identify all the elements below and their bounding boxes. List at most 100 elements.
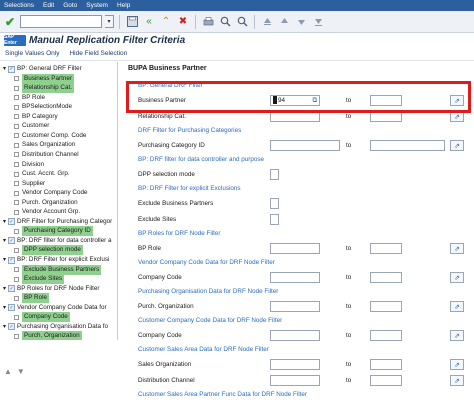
field-checkbox-icon[interactable] [14,247,19,253]
tree-node-field[interactable]: Distribution Channel [14,150,79,160]
tree-node-folder[interactable]: ▾ ✓ BP Roles for DRF Node Filter [3,284,99,294]
field-checkbox-icon[interactable] [14,276,19,282]
single-values-only-button[interactable]: Single Values Only [5,50,59,57]
tree-up-icon[interactable]: ▲ [4,367,12,376]
range-high-input[interactable] [370,301,402,312]
tree-down-icon[interactable]: ▼ [17,367,25,376]
find-next-icon[interactable]: + [235,15,249,29]
expand-arrow-icon[interactable]: ▾ [3,64,6,74]
expand-arrow-icon[interactable]: ▾ [3,255,6,265]
folder-checkbox-icon[interactable]: ✓ [8,65,16,73]
cancel-icon[interactable]: ✖ [176,15,190,29]
range-high-input[interactable] [370,359,402,370]
range-high-input[interactable] [370,330,402,341]
tree-node-field[interactable]: Exclude Sites [14,274,65,285]
field-checkbox[interactable] [270,169,279,180]
tree-node-field[interactable]: Division [14,160,44,170]
multiple-selection-button[interactable]: ⇗ [450,330,464,341]
tree-node-folder[interactable]: ▾ ✓ BP: DRF filter for data controller a [3,236,112,246]
range-low-input[interactable] [270,330,320,341]
field-checkbox-icon[interactable] [14,314,19,320]
tree-node-field[interactable]: Cust. Accnt. Grp. [14,169,70,179]
tree-node-field[interactable]: Company Code [14,312,70,323]
field-checkbox-icon[interactable] [14,152,19,158]
range-low-input[interactable] [270,359,320,370]
field-checkbox[interactable] [270,198,279,209]
field-checkbox-icon[interactable] [14,228,19,234]
folder-checkbox-icon[interactable]: ✓ [8,323,16,331]
previous-page-icon[interactable] [277,15,291,29]
tree-node-field[interactable]: Relationship Cat. [14,83,74,94]
multiple-selection-button[interactable]: ⇗ [450,140,464,151]
field-checkbox-icon[interactable] [14,200,19,206]
range-high-input[interactable] [370,272,402,283]
folder-checkbox-icon[interactable]: ✓ [8,304,16,312]
range-low-input[interactable] [270,243,320,254]
field-checkbox-icon[interactable] [14,85,19,91]
back-icon[interactable]: « [142,15,156,29]
multiple-selection-button[interactable]: ⇗ [450,359,464,370]
command-history-dropdown-icon[interactable]: ▾ [105,15,114,28]
tree-node-field[interactable]: Purch. Organization [14,198,78,208]
range-low-input[interactable] [270,272,320,283]
print-icon[interactable] [201,15,215,29]
next-page-icon[interactable] [294,15,308,29]
folder-checkbox-icon[interactable]: ✓ [8,256,16,264]
find-icon[interactable] [218,15,232,29]
field-checkbox-icon[interactable] [14,267,19,273]
expand-arrow-icon[interactable]: ▾ [3,303,6,313]
field-checkbox-icon[interactable] [14,123,19,129]
exit-icon[interactable]: ⌃ [159,15,173,29]
expand-arrow-icon[interactable]: ▾ [3,217,6,227]
folder-checkbox-icon[interactable]: ✓ [8,218,16,226]
menu-goto[interactable]: Goto [63,2,77,9]
enter-check-icon[interactable]: ✔ [3,15,17,29]
menu-edit[interactable]: Edit [43,2,54,9]
field-checkbox-icon[interactable] [14,190,19,196]
field-checkbox-icon[interactable] [14,181,19,187]
expand-arrow-icon[interactable]: ▾ [3,322,6,332]
tree-node-folder[interactable]: ▾ ✓ BP: General DRF Filter [3,64,82,74]
field-checkbox-icon[interactable] [14,133,19,139]
multiple-selection-button[interactable]: ⇗ [450,272,464,283]
command-field[interactable] [20,15,102,28]
tree-node-field[interactable]: Purchasing Category ID [14,226,93,237]
field-checkbox-icon[interactable] [14,95,19,101]
field-checkbox-icon[interactable] [14,162,19,167]
field-checkbox-icon[interactable] [14,171,19,177]
range-high-input[interactable] [370,375,402,386]
range-low-input[interactable] [270,140,340,151]
tree-node-folder[interactable]: ▾ ✓ BP: DRF Filter for explicit Exclusi [3,255,109,265]
menu-system[interactable]: System [86,2,108,9]
range-low-input[interactable] [270,301,320,312]
field-checkbox-icon[interactable] [14,142,19,148]
tree-node-folder[interactable]: ▾ ✓ Vendor Company Code Data for [3,303,107,313]
tree-node-field[interactable]: Vendor Company Code [14,188,87,198]
folder-checkbox-icon[interactable]: ✓ [8,237,16,245]
tree-node-field[interactable]: BPSelectionMode [14,102,72,112]
menu-selections[interactable]: Selections [4,2,34,9]
field-checkbox[interactable] [270,214,279,225]
tree-node-field[interactable]: Customer [14,121,49,131]
expand-arrow-icon[interactable]: ▾ [3,236,6,246]
field-checkbox-icon[interactable] [14,114,19,120]
menu-help[interactable]: Help [117,2,130,9]
tree-node-folder[interactable]: ▾ ✓ DRF Filter for Purchasing Categor [3,217,112,227]
hide-field-selection-button[interactable]: Hide Field Selection [69,50,127,57]
tree-node-field[interactable]: Vendor Account Grp. [14,207,80,217]
tree-node-field[interactable]: DPP selection mode [14,245,83,256]
multiple-selection-button[interactable]: ⇗ [450,301,464,312]
multiple-selection-button[interactable]: ⇗ [450,243,464,254]
range-high-input[interactable] [370,140,445,151]
first-page-icon[interactable] [260,15,274,29]
range-low-input[interactable] [270,375,320,386]
field-checkbox-icon[interactable] [14,76,19,82]
tree-node-folder[interactable]: ▾ ✓ Purchasing Organisation Data fo [3,322,108,332]
folder-checkbox-icon[interactable]: ✓ [8,285,16,293]
last-page-icon[interactable] [311,15,325,29]
tree-node-field[interactable]: Supplier [14,179,45,189]
range-high-input[interactable] [370,243,402,254]
tree-node-field[interactable]: BP Category [14,112,58,122]
tree-node-field[interactable]: Customer Comp. Code [14,131,86,141]
tree-node-field[interactable]: Business Partner [14,73,74,84]
